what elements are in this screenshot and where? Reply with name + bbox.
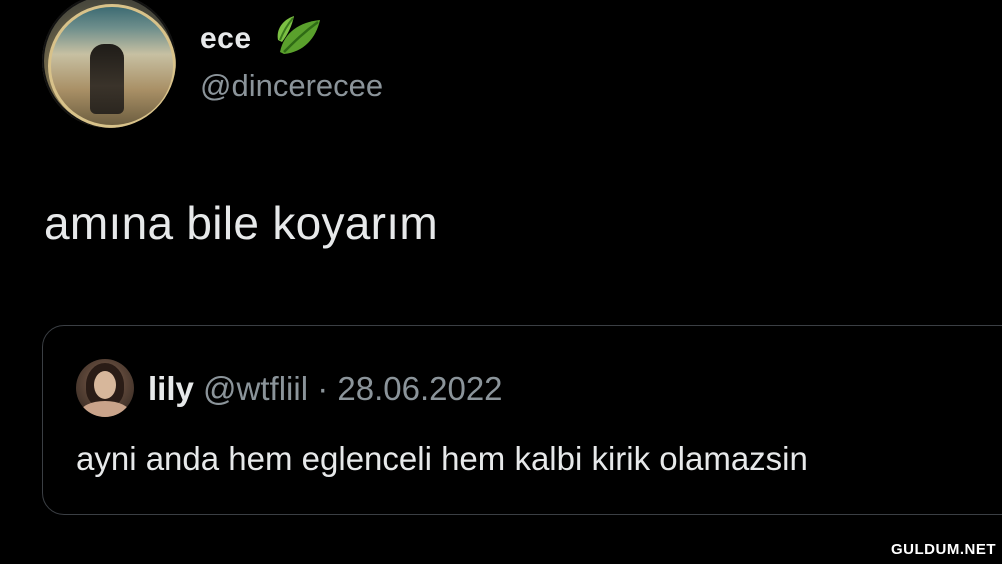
quote-header: lily @wtfliil · 28.06.2022 [148, 370, 503, 408]
quote-text: ayni anda hem eglenceli hem kalbi kirik … [76, 440, 808, 477]
watermark: GULDUM.NET [891, 541, 996, 558]
quote-tweet-card[interactable] [42, 325, 1002, 515]
quote-author-avatar[interactable] [76, 359, 134, 417]
quote-separator: · [317, 370, 329, 407]
leaf-icon [277, 16, 320, 54]
author-display-name[interactable]: ece [200, 22, 252, 56]
avatar-face [94, 371, 116, 399]
quote-date[interactable]: 28.06.2022 [337, 370, 502, 407]
tweet-text: amına bile koyarım [44, 197, 438, 249]
author-handle[interactable]: @dincerecee [200, 68, 383, 104]
author-avatar[interactable] [42, 0, 176, 128]
quote-author-handle[interactable]: @wtfliil [203, 370, 308, 407]
avatar-person-image [90, 44, 124, 114]
avatar-shoulders [80, 401, 130, 417]
tweet: ece @dincerecee amına bile koyarım lily … [0, 0, 1002, 564]
quote-author-name[interactable]: lily [148, 370, 194, 407]
